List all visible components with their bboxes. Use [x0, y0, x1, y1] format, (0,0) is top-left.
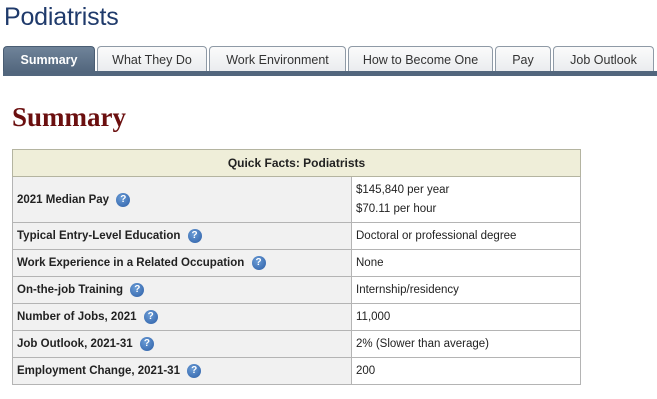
- row-label: Number of Jobs, 2021: [17, 311, 137, 324]
- tab-summary[interactable]: Summary: [3, 46, 95, 72]
- row-value: 2% (Slower than average): [351, 330, 581, 358]
- row-value: Doctoral or professional degree: [351, 222, 581, 250]
- row-label-cell: 2021 Median Pay ?: [12, 176, 352, 223]
- row-value-cell: $145,840 per year $70.11 per hour: [351, 176, 581, 223]
- tab-work-environment[interactable]: Work Environment: [209, 46, 346, 72]
- table-row: Job Outlook, 2021-31 ? 2% (Slower than a…: [12, 330, 581, 358]
- tab-how-to-become-one[interactable]: How to Become One: [348, 46, 493, 72]
- row-label: Job Outlook, 2021-31: [17, 338, 133, 351]
- table-row: Work Experience in a Related Occupation …: [12, 249, 581, 277]
- occupation-title: Podiatrists: [4, 3, 119, 31]
- row-label-cell: Job Outlook, 2021-31 ?: [12, 330, 352, 358]
- row-label-cell: Number of Jobs, 2021 ?: [12, 303, 352, 331]
- table-row: Number of Jobs, 2021 ? 11,000: [12, 303, 581, 331]
- row-value: Internship/residency: [351, 276, 581, 304]
- row-label: Typical Entry-Level Education: [17, 230, 181, 243]
- quick-facts-header: Quick Facts: Podiatrists: [12, 149, 581, 177]
- tab-bar: Summary What They Do Work Environment Ho…: [3, 46, 657, 74]
- help-icon[interactable]: ?: [187, 229, 202, 243]
- section-heading: Summary: [12, 102, 126, 132]
- row-label: On-the-job Training: [17, 284, 124, 297]
- median-pay-hourly: $70.11 per hour: [356, 202, 437, 215]
- help-icon[interactable]: ?: [143, 310, 158, 324]
- row-label: 2021 Median Pay: [17, 193, 110, 206]
- quick-facts-table: Quick Facts: Podiatrists 2021 Median Pay…: [12, 149, 581, 385]
- help-icon[interactable]: ?: [187, 364, 202, 378]
- row-value: 200: [351, 357, 581, 385]
- table-row: On-the-job Training ? Internship/residen…: [12, 276, 581, 304]
- row-label-cell: Employment Change, 2021-31 ?: [12, 357, 352, 385]
- help-icon[interactable]: ?: [251, 256, 266, 270]
- tab-bar-underline: [3, 71, 657, 76]
- tab-pay[interactable]: Pay: [495, 46, 551, 72]
- help-icon[interactable]: ?: [139, 337, 154, 351]
- row-value: 11,000: [351, 303, 581, 331]
- median-pay-annual: $145,840 per year: [356, 183, 450, 196]
- row-label: Work Experience in a Related Occupation: [17, 257, 245, 270]
- tab-what-they-do[interactable]: What They Do: [97, 46, 207, 72]
- tab-job-outlook[interactable]: Job Outlook: [553, 46, 654, 72]
- table-row: 2021 Median Pay ? $145,840 per year $70.…: [12, 176, 581, 223]
- help-icon[interactable]: ?: [116, 192, 131, 207]
- row-value: None: [351, 249, 581, 277]
- table-row: Employment Change, 2021-31 ? 200: [12, 357, 581, 385]
- page: Podiatrists Summary What They Do Work En…: [0, 0, 657, 399]
- row-label: Employment Change, 2021-31: [17, 365, 180, 378]
- row-label-cell: Work Experience in a Related Occupation …: [12, 249, 352, 277]
- row-label-cell: Typical Entry-Level Education ?: [12, 222, 352, 250]
- row-label-cell: On-the-job Training ?: [12, 276, 352, 304]
- table-row: Typical Entry-Level Education ? Doctoral…: [12, 222, 581, 250]
- help-icon[interactable]: ?: [130, 283, 145, 297]
